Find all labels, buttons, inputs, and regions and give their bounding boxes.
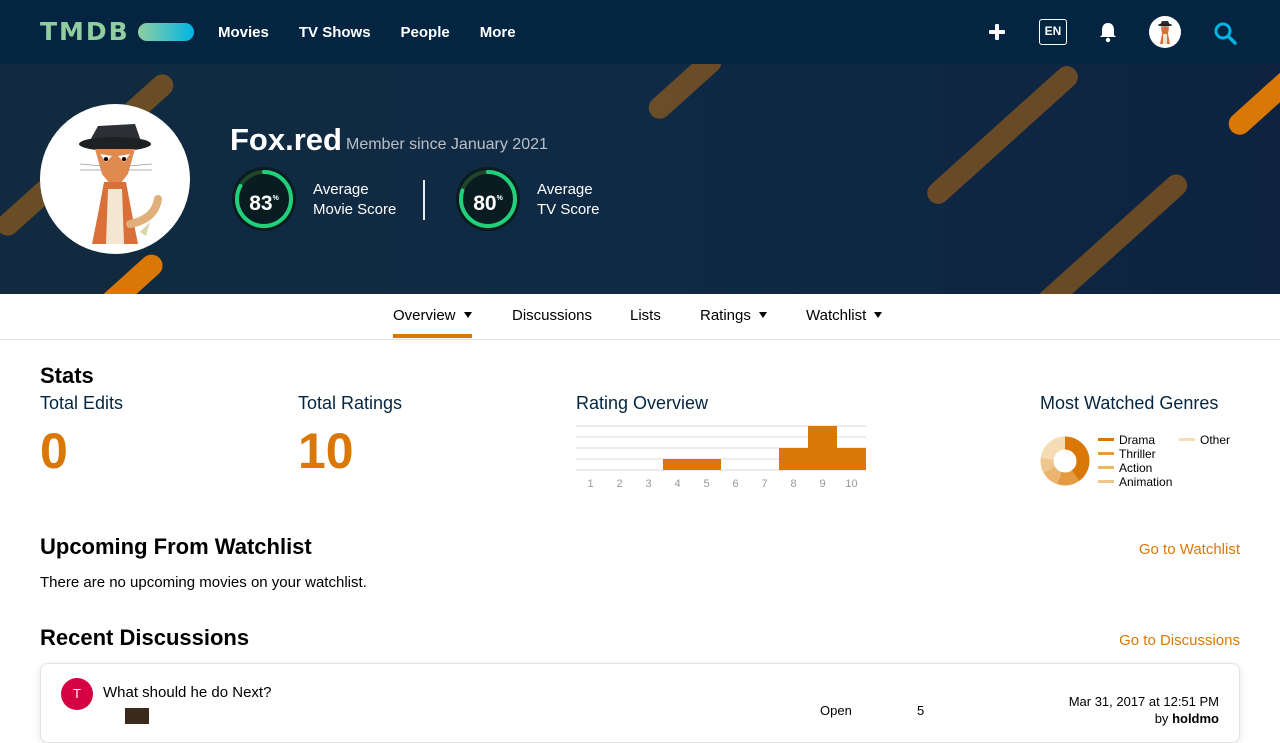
legend-item: Drama (1098, 433, 1155, 447)
legend-item: Animation (1098, 475, 1172, 489)
chevron-down-icon (463, 312, 472, 318)
tmdb-logo[interactable]: TMDB (40, 18, 194, 46)
legend-label: Other (1200, 433, 1231, 447)
decor-stripe (92, 250, 168, 294)
rating-bar (663, 459, 692, 470)
tv-score-ring: 80% (456, 167, 520, 231)
go-to-discussions-link[interactable]: Go to Discussions (1119, 632, 1240, 649)
author-link[interactable]: holdmo (1172, 711, 1219, 726)
legend-swatch (1098, 480, 1114, 483)
discussion-title[interactable]: What should he do Next? (103, 684, 271, 701)
legend-label: Animation (1119, 475, 1173, 489)
profile-picture[interactable] (40, 104, 190, 254)
bell-icon[interactable] (1098, 21, 1118, 43)
rating-bar (837, 448, 866, 470)
profile-banner: Fox.red Member since January 2021 83% Av… (0, 64, 1280, 294)
profile-subnav: Overview Discussions Lists Ratings Watch… (0, 294, 1280, 340)
watchlist-heading: Upcoming From Watchlist (40, 534, 312, 559)
legend-swatch (1179, 438, 1195, 441)
decor-stripe (1224, 64, 1280, 140)
logo-pill (137, 23, 194, 41)
go-to-watchlist-link[interactable]: Go to Watchlist (1139, 541, 1240, 558)
user-avatar[interactable] (1149, 16, 1181, 48)
legend-swatch (1098, 466, 1114, 469)
rating-bar (808, 426, 837, 470)
media-thumbnail[interactable] (125, 708, 149, 724)
decor-stripe (922, 64, 1083, 209)
chevron-down-icon (874, 312, 883, 318)
discussion-reply-count: 5 (917, 703, 925, 718)
discussion-card[interactable]: T What should he do Next? Open 5 Mar 31,… (40, 663, 1240, 743)
total-ratings-value: 10 (298, 423, 354, 479)
active-tab-indicator (393, 334, 472, 338)
discussion-author: by holdmo (1154, 711, 1219, 726)
total-ratings-label: Total Ratings (298, 393, 403, 413)
genre-donut-chart (1040, 436, 1090, 486)
movie-score-label: Average Movie Score (313, 181, 397, 218)
rating-overview-label: Rating Overview (576, 393, 709, 413)
plus-icon[interactable] (987, 22, 1007, 42)
decor-stripe (1028, 169, 1192, 294)
avatar[interactable]: T (61, 678, 93, 710)
tv-score-value: 80% (473, 192, 503, 215)
member-since: Member since January 2021 (346, 136, 548, 153)
stats-heading: Stats (40, 363, 94, 388)
legend-item: Other (1179, 433, 1230, 447)
rating-bar (692, 459, 721, 470)
main-menu: Movies TV Shows People More (218, 0, 546, 64)
rating-overview-chart: 1 2 3 4 5 6 7 8 9 10 (576, 425, 866, 490)
discussion-status: Open (820, 703, 852, 718)
profile-username: Fox.red (230, 122, 342, 157)
genres-label: Most Watched Genres (1040, 393, 1219, 413)
search-icon[interactable] (1213, 21, 1237, 45)
discussion-date: Mar 31, 2017 at 12:51 PM (1068, 694, 1219, 709)
logo-text: TMDB (40, 17, 130, 46)
rating-bar (779, 448, 808, 470)
x-tick-label: 10 (845, 478, 857, 490)
x-tick-label: 3 (645, 478, 651, 490)
legend-label: Drama (1119, 433, 1156, 447)
tv-score-label: Average TV Score (537, 181, 600, 218)
legend-label: Thriller (1119, 447, 1156, 461)
x-tick-label: 6 (732, 478, 738, 490)
x-tick-label: 4 (674, 478, 680, 490)
tab-discussions[interactable]: Discussions (512, 294, 592, 338)
legend-item: Action (1098, 461, 1152, 475)
language-button[interactable]: EN (1039, 19, 1067, 45)
total-edits-label: Total Edits (40, 393, 124, 413)
chevron-down-icon (758, 312, 767, 318)
top-navbar: TMDB Movies TV Shows People More EN (0, 0, 1280, 64)
discussions-heading: Recent Discussions (40, 625, 250, 650)
x-tick-label: 9 (819, 478, 825, 490)
legend-swatch (1098, 438, 1114, 441)
nav-tv-shows[interactable]: TV Shows (299, 24, 371, 41)
movie-score-value: 83% (249, 192, 279, 215)
legend-item: Thriller (1098, 447, 1156, 461)
nav-people[interactable]: People (401, 24, 450, 41)
watchlist-empty-text: There are no upcoming movies on your wat… (40, 574, 367, 591)
x-tick-label: 5 (703, 478, 709, 490)
genre-legend: Drama Thriller Action Animation Other (1098, 433, 1248, 493)
decor-stripe (644, 64, 726, 124)
tab-ratings[interactable]: Ratings (700, 294, 767, 338)
x-tick-label: 2 (616, 478, 622, 490)
legend-label: Action (1119, 461, 1153, 475)
nav-movies[interactable]: Movies (218, 24, 269, 41)
tab-lists[interactable]: Lists (630, 294, 661, 338)
movie-score-ring: 83% (232, 167, 296, 231)
score-divider (423, 180, 425, 220)
legend-swatch (1098, 452, 1114, 455)
x-tick-label: 7 (761, 478, 767, 490)
nav-more[interactable]: More (480, 24, 516, 41)
tab-watchlist[interactable]: Watchlist (806, 294, 883, 338)
total-edits-value: 0 (40, 423, 68, 479)
x-tick-label: 1 (587, 478, 593, 490)
tab-overview[interactable]: Overview (393, 294, 472, 338)
x-tick-label: 8 (790, 478, 796, 490)
